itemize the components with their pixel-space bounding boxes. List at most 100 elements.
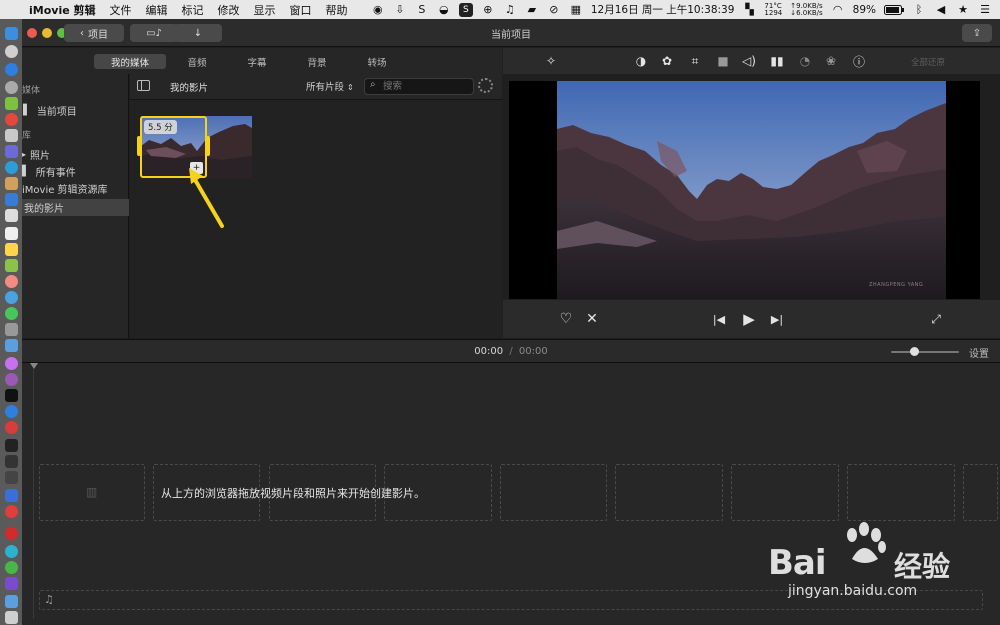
wifi-icon[interactable]: ◠ [831,3,845,17]
dock-app-icon[interactable] [5,471,18,484]
tab-audio[interactable]: 音频 [176,54,218,69]
clip-filter-select[interactable]: 所有片段 ⇕ [306,79,354,93]
crop-icon[interactable]: ⌗ [687,53,703,69]
dock-launchpad-icon[interactable] [5,45,18,58]
skip-back-icon[interactable]: |◀ [710,310,728,328]
tab-titles[interactable]: 字幕 [236,54,278,69]
battery-icon[interactable] [884,3,904,17]
clip-trim-handle-left[interactable] [137,136,141,156]
download-tray-icon[interactable]: ⇩ [393,3,407,17]
volume-icon[interactable]: ◁) [741,53,757,69]
volume-icon[interactable]: ◀ [934,3,948,17]
share-button[interactable]: ⇪ [962,24,992,42]
menu-app-name[interactable]: iMovie 剪辑 [22,2,103,18]
globe-icon[interactable]: ⊕ [481,3,495,17]
dock-android-icon[interactable] [5,97,18,110]
dock-yandex-icon[interactable] [5,505,18,518]
equalizer-icon[interactable]: ▮▮ [769,53,785,69]
dock-messages-icon[interactable] [5,307,18,320]
dock-app-icon[interactable] [5,129,18,142]
zoom-slider-knob[interactable] [910,347,919,356]
tab-backgrounds[interactable]: 背景 [296,54,338,69]
dock-imovie-icon[interactable] [5,577,18,590]
zoom-slider-track[interactable] [891,351,959,353]
color-balance-icon[interactable]: ◑ [633,53,649,69]
sidebar-item-library[interactable]: iMovie 剪辑资源库 [22,180,129,197]
clip-trim-handle-right[interactable] [206,136,210,156]
dock-activity-icon[interactable] [5,455,18,468]
dock-terminal-icon[interactable] [5,439,18,452]
clock-sync-icon[interactable]: ⊘ [547,3,561,17]
skip-forward-icon[interactable]: ▶| [768,310,786,328]
play-icon[interactable]: ▶ [739,309,759,329]
color-correction-icon[interactable]: ✿ [659,53,675,69]
toggle-sidebar-icon[interactable] [137,80,150,91]
sidebar-item-all-events[interactable]: ▌ 所有事件 [22,163,129,180]
dock-app-icon[interactable] [5,193,18,206]
sidebar-item-current-project[interactable]: ▌ 当前项目 [22,102,129,119]
dock-appstore-icon[interactable] [5,405,18,418]
menu-help[interactable]: 帮助 [319,2,355,18]
sidebar-item-photos[interactable]: ▸ 照片 [22,146,129,163]
speed-icon[interactable]: ◔ [797,53,813,69]
dock-music-icon[interactable] [5,357,18,370]
dock-wechat-icon[interactable] [5,561,18,574]
timeline-settings-button[interactable]: 设置 [969,345,989,360]
tab-transitions[interactable]: 转场 [356,54,398,69]
menu-window[interactable]: 窗口 [283,2,319,18]
s-square-icon[interactable]: S [458,2,473,17]
dock-app-icon[interactable] [5,323,18,336]
dock-app-icon[interactable] [5,243,18,256]
gear-icon[interactable] [478,78,493,93]
reject-icon[interactable]: ✕ [583,310,601,328]
dock-app-icon[interactable] [5,339,18,352]
dock-app-icon[interactable] [5,291,18,304]
dock-app-icon[interactable] [5,545,18,558]
dock-app-icon[interactable] [5,161,18,174]
message-icon[interactable]: ▰ [525,3,539,17]
s-app-icon[interactable]: S [415,3,429,17]
ghost-icon[interactable]: ◒ [437,3,451,17]
menubar-datetime[interactable]: 12月16日 周一 上午10:38:39 [591,2,735,17]
playhead-marker[interactable] [30,363,38,369]
bluetooth-icon[interactable]: ᛒ [912,3,926,17]
calendar-icon[interactable]: ▦ [569,3,583,17]
menu-modify[interactable]: 修改 [211,2,247,18]
menu-view[interactable]: 显示 [247,2,283,18]
dock-tv-icon[interactable] [5,389,18,402]
dock-app-icon[interactable] [5,227,18,240]
grid-icon[interactable]: ▚ [742,3,756,17]
dock-photos-icon[interactable] [5,275,18,288]
filter-icon[interactable]: ❀ [823,53,839,69]
favorite-heart-icon[interactable]: ♡ [557,310,575,328]
menu-file[interactable]: 文件 [103,2,139,18]
dock-netease-icon[interactable] [5,527,18,540]
stats-temp-fan[interactable]: 71°C 1294 [764,2,782,17]
reset-all-button[interactable]: 全部还原 [911,56,945,68]
magic-wand-icon[interactable]: ✧ [543,53,559,69]
stats-network[interactable]: ↑9.0KB/s ↓6.0KB/s [790,2,822,17]
tab-my-media[interactable]: 我的媒体 [94,54,166,69]
dock-trash-icon[interactable] [5,611,18,624]
info-icon[interactable]: ⓘ [851,53,867,69]
dock-app-icon[interactable] [5,259,18,272]
dock-compass-icon[interactable] [5,81,18,94]
dock-app-icon[interactable] [5,209,18,222]
dock-podcast-icon[interactable] [5,373,18,386]
dock-safari-icon[interactable] [5,63,18,76]
sidebar-item-my-movie[interactable]: 我的影片 [22,199,129,216]
notification-list-icon[interactable]: ☰ [978,3,992,17]
dock-chrome-icon[interactable] [5,113,18,126]
dock-finder-icon[interactable] [5,27,18,40]
menu-edit[interactable]: 编辑 [139,2,175,18]
search-input[interactable] [364,78,474,95]
sync-status-icon[interactable]: ◉ [371,3,385,17]
dock-downloads-icon[interactable] [5,595,18,608]
menu-mark[interactable]: 标记 [175,2,211,18]
star-icon[interactable]: ★ [956,3,970,17]
dock-vivaldi-icon[interactable] [5,421,18,434]
dock-app-icon[interactable] [5,177,18,190]
fullscreen-icon[interactable]: ⤢ [927,310,945,328]
music-note-icon[interactable]: ♫ [503,3,517,17]
stabilization-icon[interactable]: ■ [715,53,731,69]
